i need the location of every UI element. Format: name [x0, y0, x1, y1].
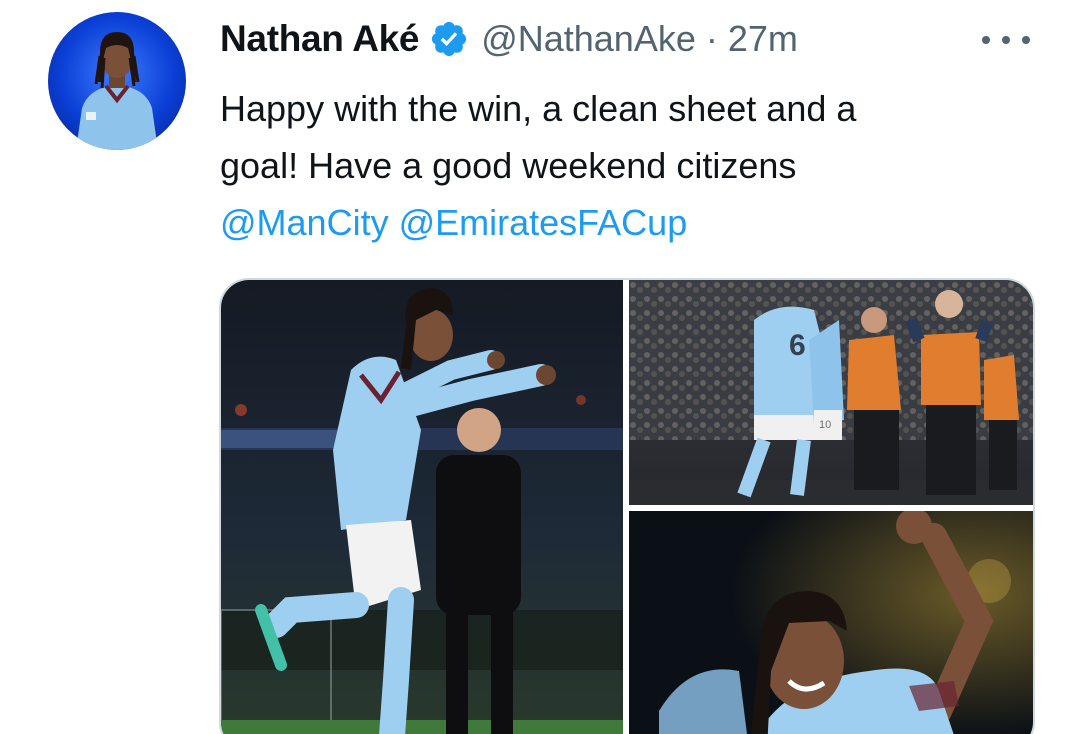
- more-dot: [1002, 36, 1010, 44]
- media-grid: 6 10: [219, 278, 1035, 734]
- avatar[interactable]: [48, 12, 186, 150]
- timestamp[interactable]: 27m: [728, 18, 798, 60]
- photo-player-fist[interactable]: [629, 511, 1033, 734]
- tweet-text: Happy with the win, a clean sheet and a …: [220, 80, 1040, 251]
- photo-team-celebration[interactable]: 6 10: [629, 280, 1033, 505]
- tweet-text-line: Happy with the win, a clean sheet and a: [220, 88, 857, 129]
- tweet[interactable]: Nathan Aké @NathanAke · 27m Happy with t…: [0, 0, 1080, 734]
- svg-text:6: 6: [789, 329, 806, 362]
- photo-player-celebrating[interactable]: [221, 280, 623, 734]
- mention-link[interactable]: @ManCity: [220, 202, 389, 243]
- more-dot: [1022, 36, 1030, 44]
- mention-link[interactable]: @EmiratesFACup: [399, 202, 688, 243]
- more-horizontal-icon[interactable]: [982, 22, 1030, 58]
- svg-text:10: 10: [819, 419, 831, 431]
- separator-dot: ·: [705, 18, 718, 59]
- tweet-mentions-line: @ManCity @EmiratesFACup: [220, 194, 1040, 251]
- profile-photo: [76, 32, 158, 150]
- more-dot: [982, 36, 990, 44]
- verified-badge-icon[interactable]: [429, 19, 469, 59]
- display-name[interactable]: Nathan Aké: [220, 18, 419, 60]
- tweet-text-line: goal! Have a good weekend citizens: [220, 145, 797, 186]
- author-handle[interactable]: @NathanAke: [481, 18, 696, 60]
- tweet-header: Nathan Aké @NathanAke · 27m: [220, 14, 798, 64]
